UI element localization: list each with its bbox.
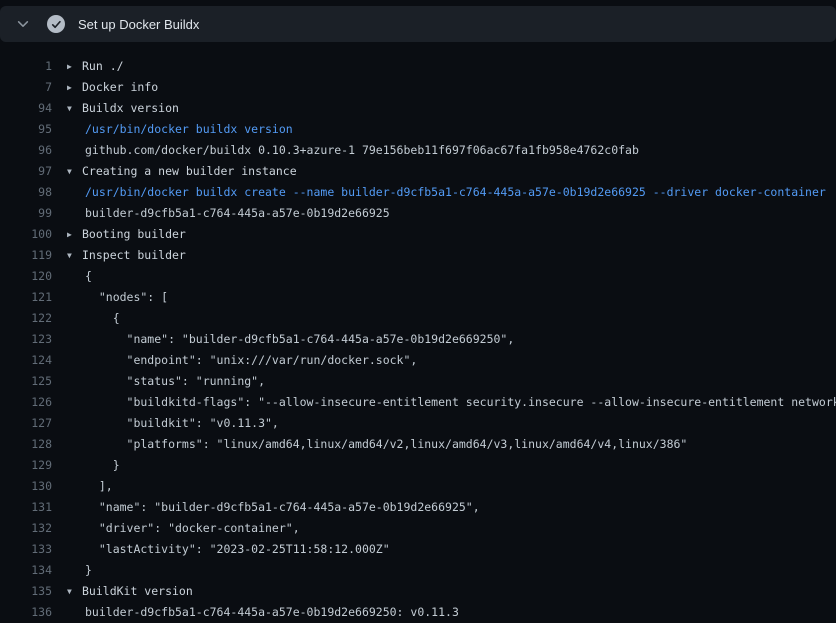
line-number[interactable]: 98 — [0, 182, 52, 203]
line-number[interactable]: 124 — [0, 350, 52, 371]
step-title: Set up Docker Buildx — [78, 17, 199, 32]
output-text: "buildkit": "v0.11.3", — [85, 413, 279, 434]
log-line: 131 "name": "builder-d9cfb5a1-c764-445a-… — [0, 497, 836, 518]
command-text: /usr/bin/docker buildx create --name bui… — [85, 182, 826, 203]
line-number[interactable]: 95 — [0, 119, 52, 140]
output-text: "driver": "docker-container", — [85, 518, 300, 539]
log-line[interactable]: 7 ▶Docker info — [0, 77, 836, 98]
line-number[interactable]: 94 — [0, 98, 52, 119]
log-line: 127 "buildkit": "v0.11.3", — [0, 413, 836, 434]
line-number[interactable]: 128 — [0, 434, 52, 455]
output-text: "endpoint": "unix:///var/run/docker.sock… — [85, 350, 417, 371]
log-line: 121 "nodes": [ — [0, 287, 836, 308]
line-number[interactable]: 123 — [0, 329, 52, 350]
line-number[interactable]: 130 — [0, 476, 52, 497]
log-line[interactable]: 94 ▼Buildx version — [0, 98, 836, 119]
output-text: "status": "running", — [85, 371, 265, 392]
output-text: github.com/docker/buildx 0.10.3+azure-1 … — [85, 140, 639, 161]
group-title: Inspect builder — [82, 248, 186, 262]
line-number[interactable]: 125 — [0, 371, 52, 392]
command-text: /usr/bin/docker buildx version — [85, 119, 293, 140]
output-text: } — [85, 560, 92, 581]
log-line: 98/usr/bin/docker buildx create --name b… — [0, 182, 836, 203]
log-line: 136 builder-d9cfb5a1-c764-445a-a57e-0b19d… — [0, 602, 836, 623]
chevron-down-icon[interactable] — [16, 17, 30, 31]
output-text: "name": "builder-d9cfb5a1-c764-445a-a57e… — [85, 497, 480, 518]
log-line: 96 github.com/docker/buildx 0.10.3+azure-… — [0, 140, 836, 161]
log-line: 133 "lastActivity": "2023-02-25T11:58:12… — [0, 539, 836, 560]
log-line: 124 "endpoint": "unix:///var/run/docker.… — [0, 350, 836, 371]
log-line: 99 builder-d9cfb5a1-c764-445a-a57e-0b19d2… — [0, 203, 836, 224]
line-number[interactable]: 1 — [0, 56, 52, 77]
log-line: 123 "name": "builder-d9cfb5a1-c764-445a-… — [0, 329, 836, 350]
group-title: BuildKit version — [82, 584, 193, 598]
output-text: } — [85, 455, 120, 476]
line-number[interactable]: 132 — [0, 518, 52, 539]
line-number[interactable]: 120 — [0, 266, 52, 287]
output-text: ], — [85, 476, 113, 497]
log-line[interactable]: 1 ▶Run ./ — [0, 56, 836, 77]
log-line: 126 "buildkitd-flags": "--allow-insecure… — [0, 392, 836, 413]
output-text: { — [85, 266, 92, 287]
group-expanded-arrow-icon: ▼ — [67, 98, 82, 119]
output-text: "nodes": [ — [85, 287, 168, 308]
line-number[interactable]: 97 — [0, 161, 52, 182]
line-number[interactable]: 119 — [0, 245, 52, 266]
log-line: 130 ], — [0, 476, 836, 497]
log-line: 129 } — [0, 455, 836, 476]
line-number[interactable]: 96 — [0, 140, 52, 161]
line-number[interactable]: 135 — [0, 581, 52, 602]
line-number[interactable]: 121 — [0, 287, 52, 308]
output-text: "platforms": "linux/amd64,linux/amd64/v2… — [85, 434, 687, 455]
line-number[interactable]: 7 — [0, 77, 52, 98]
log-line[interactable]: 135 ▼BuildKit version — [0, 581, 836, 602]
group-title: Buildx version — [82, 101, 179, 115]
log-line[interactable]: 119 ▼Inspect builder — [0, 245, 836, 266]
line-number[interactable]: 99 — [0, 203, 52, 224]
group-expanded-arrow-icon: ▼ — [67, 245, 82, 266]
line-number[interactable]: 122 — [0, 308, 52, 329]
line-number[interactable]: 129 — [0, 455, 52, 476]
log-lines: 1▶Run ./7▶Docker info94▼Buildx version95… — [0, 42, 836, 623]
output-text: "lastActivity": "2023-02-25T11:58:12.000… — [85, 539, 390, 560]
line-number[interactable]: 126 — [0, 392, 52, 413]
log-line: 134} — [0, 560, 836, 581]
output-text: "buildkitd-flags": "--allow-insecure-ent… — [85, 392, 836, 413]
output-text: builder-d9cfb5a1-c764-445a-a57e-0b19d2e6… — [85, 203, 390, 224]
output-text: builder-d9cfb5a1-c764-445a-a57e-0b19d2e6… — [85, 602, 459, 623]
step-header[interactable]: Set up Docker Buildx — [0, 6, 836, 42]
check-circle-icon — [47, 15, 65, 33]
group-title: Run ./ — [82, 59, 124, 73]
group-collapsed-arrow-icon: ▶ — [67, 224, 82, 245]
log-line: 120 { — [0, 266, 836, 287]
line-number[interactable]: 131 — [0, 497, 52, 518]
log-line[interactable]: 100 ▶Booting builder — [0, 224, 836, 245]
group-expanded-arrow-icon: ▼ — [67, 161, 82, 182]
line-number[interactable]: 133 — [0, 539, 52, 560]
log-line: 95/usr/bin/docker buildx version — [0, 119, 836, 140]
line-number[interactable]: 100 — [0, 224, 52, 245]
log-line: 128 "platforms": "linux/amd64,linux/amd6… — [0, 434, 836, 455]
line-number[interactable]: 136 — [0, 602, 52, 623]
output-text: "name": "builder-d9cfb5a1-c764-445a-a57e… — [85, 329, 514, 350]
group-expanded-arrow-icon: ▼ — [67, 581, 82, 602]
log-line: 122 { — [0, 308, 836, 329]
output-text: { — [85, 308, 120, 329]
log-line: 125 "status": "running", — [0, 371, 836, 392]
group-collapsed-arrow-icon: ▶ — [67, 56, 82, 77]
log-line[interactable]: 97 ▼Creating a new builder instance — [0, 161, 836, 182]
line-number[interactable]: 127 — [0, 413, 52, 434]
line-number[interactable]: 134 — [0, 560, 52, 581]
group-collapsed-arrow-icon: ▶ — [67, 77, 82, 98]
group-title: Booting builder — [82, 227, 186, 241]
group-title: Creating a new builder instance — [82, 164, 297, 178]
group-title: Docker info — [82, 80, 158, 94]
log-line: 132 "driver": "docker-container", — [0, 518, 836, 539]
